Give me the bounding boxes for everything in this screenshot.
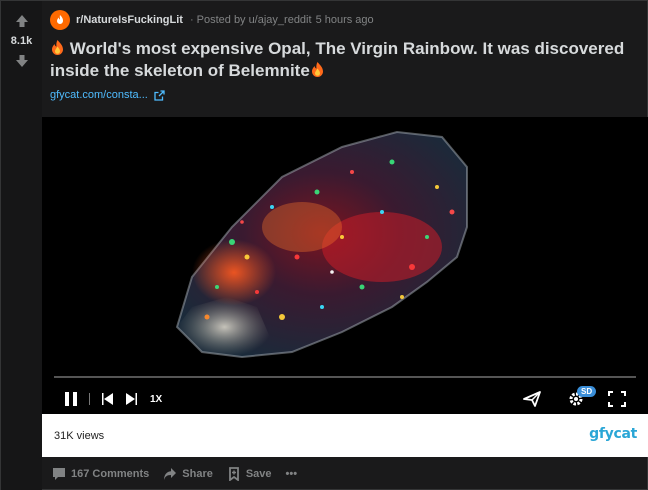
share-arrow-icon: [164, 468, 177, 480]
fullscreen-icon[interactable]: [608, 391, 626, 407]
next-frame-icon[interactable]: [124, 391, 138, 407]
post-title[interactable]: World's most expensive Opal, The Virgin …: [50, 39, 624, 80]
post-card: 8.1k r/NatureIsFuckingLit · Posted by u/…: [0, 0, 648, 490]
more-options-button[interactable]: •••: [282, 466, 302, 482]
playback-speed-button[interactable]: 1X: [150, 394, 162, 405]
gfycat-info-bar: 31K views gfycat: [42, 414, 648, 457]
post-content: r/NatureIsFuckingLit · Posted by u/ajay_…: [42, 1, 648, 490]
video-controls: 1X SD: [42, 370, 648, 414]
fire-emoji-icon: [311, 62, 323, 77]
upvote-arrow-icon[interactable]: [12, 11, 32, 31]
bookmark-icon: [228, 467, 239, 481]
vote-column: 8.1k: [1, 1, 42, 490]
subreddit-link[interactable]: r/NatureIsFuckingLit: [76, 14, 183, 26]
control-divider: [89, 391, 91, 407]
video-progress-bar[interactable]: [54, 376, 636, 378]
send-icon[interactable]: [523, 391, 541, 407]
fire-emoji-icon: [52, 40, 63, 55]
posted-by-label: Posted by: [196, 14, 246, 26]
comments-label: 167 Comments: [71, 468, 150, 480]
subreddit-avatar-icon[interactable]: [50, 10, 70, 30]
comments-button[interactable]: 167 Comments: [48, 465, 153, 483]
external-link-icon: [154, 89, 165, 101]
previous-frame-icon[interactable]: [101, 391, 115, 407]
post-title-block[interactable]: World's most expensive Opal, The Virgin …: [50, 38, 646, 82]
share-label: Share: [182, 468, 213, 480]
external-link[interactable]: gfycat.com/consta...: [50, 89, 165, 101]
meta-separator: ·: [189, 14, 194, 26]
save-button[interactable]: Save: [223, 465, 276, 483]
downvote-arrow-icon[interactable]: [12, 51, 32, 71]
author-link[interactable]: u/ajay_reddit: [249, 14, 312, 26]
share-button[interactable]: Share: [159, 465, 217, 483]
post-meta: r/NatureIsFuckingLit · Posted by u/ajay_…: [50, 10, 374, 30]
view-count: 31K views: [54, 430, 105, 442]
more-options-icon: •••: [285, 468, 298, 480]
comment-icon: [53, 468, 65, 480]
save-label: Save: [245, 468, 272, 480]
quality-badge[interactable]: SD: [577, 386, 597, 397]
video-player[interactable]: 1X SD: [42, 117, 648, 414]
gfycat-logo[interactable]: gfycat: [589, 426, 637, 442]
pause-icon[interactable]: [64, 391, 78, 407]
vote-score: 8.1k: [10, 35, 33, 47]
external-link-text[interactable]: gfycat.com/consta...: [50, 89, 148, 101]
post-actions: 167 Comments Share Save •••: [48, 463, 307, 485]
post-time: 5 hours ago: [315, 14, 374, 26]
